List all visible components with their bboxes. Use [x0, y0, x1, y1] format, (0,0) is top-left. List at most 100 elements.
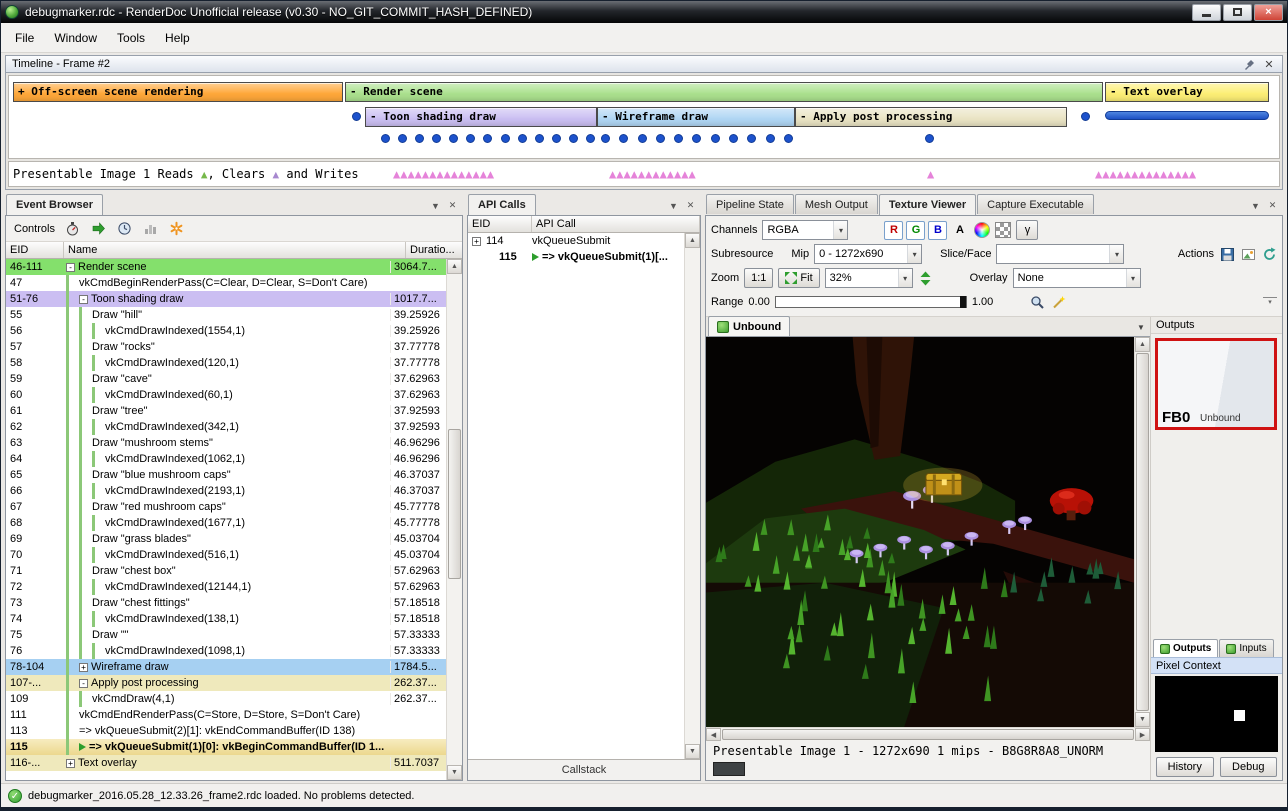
event-row-78-104[interactable]: 78-104+Wireframe draw1784.5...	[6, 659, 446, 675]
draw-event-dot[interactable]	[747, 134, 756, 143]
event-row-73[interactable]: 73Draw "chest fittings"57.18518	[6, 595, 446, 611]
draw-event-dot[interactable]	[711, 134, 720, 143]
zoom-1to1-button[interactable]: 1:1	[744, 268, 773, 288]
event-row-60[interactable]: 60vkCmdDrawIndexed(60,1)37.62963	[6, 387, 446, 403]
event-row-68[interactable]: 68vkCmdDrawIndexed(1677,1)45.77778	[6, 515, 446, 531]
texture-horizontal-scrollbar[interactable]: ◀ ▶	[706, 727, 1150, 741]
event-row-115[interactable]: 115=> vkQueueSubmit(1)[0]: vkBeginComman…	[6, 739, 446, 755]
scroll-up-icon[interactable]: ▲	[1135, 337, 1150, 352]
save-icon[interactable]	[1219, 246, 1235, 262]
draw-event-dot[interactable]	[535, 134, 544, 143]
draw-event-dot[interactable]	[415, 134, 424, 143]
slice-face-select[interactable]: ▾	[996, 244, 1124, 264]
event-row-56[interactable]: 56vkCmdDrawIndexed(1554,1)39.25926	[6, 323, 446, 339]
options-icon[interactable]	[169, 221, 185, 237]
event-row-113[interactable]: 113=> vkQueueSubmit(2)[1]: vkEndCommandB…	[6, 723, 446, 739]
event-row-74[interactable]: 74vkCmdDrawIndexed(138,1)57.18518	[6, 611, 446, 627]
channel-g-button[interactable]: G	[906, 221, 925, 240]
refresh-icon[interactable]	[1261, 246, 1277, 262]
draw-event-dot[interactable]	[925, 134, 934, 143]
scroll-left-icon[interactable]: ◀	[706, 728, 721, 741]
menu-window[interactable]: Window	[44, 26, 107, 50]
draw-event-dot[interactable]	[398, 134, 407, 143]
draw-event-dot[interactable]	[729, 134, 738, 143]
tab-pipeline-state[interactable]: Pipeline State	[706, 194, 794, 214]
channels-select[interactable]: RGBA ▾	[762, 220, 848, 240]
event-row-59[interactable]: 59Draw "cave"37.62963	[6, 371, 446, 387]
draw-event-dot[interactable]	[784, 134, 793, 143]
draw-event-dot[interactable]	[1081, 112, 1090, 121]
draw-event-dot[interactable]	[449, 134, 458, 143]
range-min-value[interactable]: 0.00	[748, 296, 769, 308]
flip-vertical-icon[interactable]	[918, 270, 934, 286]
scrollbar-thumb[interactable]	[1136, 353, 1149, 711]
event-row-66[interactable]: 66vkCmdDrawIndexed(2193,1)46.37037	[6, 483, 446, 499]
draw-event-dot[interactable]	[352, 112, 361, 121]
timeline-bar-offscreen-scene-rendering[interactable]: + Off-screen scene rendering	[13, 82, 343, 102]
event-row-62[interactable]: 62vkCmdDrawIndexed(342,1)37.92593	[6, 419, 446, 435]
custom-shader-wheel-icon[interactable]	[974, 222, 990, 238]
clock-icon[interactable]	[117, 221, 133, 237]
event-row-67[interactable]: 67Draw "red mushroom caps"45.77778	[6, 499, 446, 515]
jump-to-event-icon[interactable]	[91, 221, 107, 237]
timeline-bar-render-scene[interactable]: - Render scene	[345, 82, 1103, 102]
draw-event-dot[interactable]	[766, 134, 775, 143]
tree-expander[interactable]: -	[79, 679, 88, 688]
event-browser-scrollbar[interactable]: ▲ ▼	[446, 259, 462, 780]
debug-button[interactable]: Debug	[1220, 757, 1278, 777]
event-row-63[interactable]: 63Draw "mushroom stems"46.96296	[6, 435, 446, 451]
scrollbar-thumb[interactable]	[722, 729, 1134, 740]
checkerboard-background-icon[interactable]	[995, 222, 1011, 238]
panel-menu-icon[interactable]: ▼	[429, 201, 442, 211]
write-markers[interactable]: ▲▲▲▲▲▲▲▲▲▲▲▲▲▲	[1095, 162, 1275, 186]
timeline-bar-wireframe-draw[interactable]: - Wireframe draw	[597, 107, 795, 127]
panel-menu-icon[interactable]: ▼	[667, 201, 680, 211]
close-panel-icon[interactable]: ✕	[446, 200, 459, 211]
overlay-select[interactable]: None ▾	[1013, 268, 1141, 288]
tab-event-browser[interactable]: Event Browser	[6, 194, 103, 215]
tree-expander[interactable]: +	[66, 759, 75, 768]
event-row-69[interactable]: 69Draw "grass blades"45.03704	[6, 531, 446, 547]
menu-tools[interactable]: Tools	[107, 26, 155, 50]
tab-texture-viewer[interactable]: Texture Viewer	[879, 194, 976, 215]
scroll-up-icon[interactable]: ▲	[685, 233, 700, 248]
tree-expander[interactable]: -	[66, 263, 75, 272]
pin-icon[interactable]	[1242, 57, 1256, 71]
event-row-47[interactable]: 47vkCmdBeginRenderPass(C=Clear, D=Clear,…	[6, 275, 446, 291]
range-slider-handle[interactable]	[960, 296, 966, 308]
close-button[interactable]: ×	[1254, 4, 1283, 21]
draw-event-dot[interactable]	[692, 134, 701, 143]
menu-file[interactable]: File	[5, 26, 44, 50]
text-overlay-draw-span[interactable]	[1105, 111, 1269, 120]
output-thumbnail-fb0[interactable]: FB0 Unbound	[1155, 338, 1277, 430]
range-slider[interactable]	[775, 296, 967, 308]
tab-outputs[interactable]: Outputs	[1153, 639, 1218, 657]
gamma-button[interactable]: γ	[1016, 220, 1038, 240]
callstack-section[interactable]: Callstack	[468, 759, 700, 780]
draw-event-dot[interactable]	[552, 134, 561, 143]
timeline-bar-toon-shading-draw[interactable]: - Toon shading draw	[365, 107, 597, 127]
column-eid[interactable]: EID	[6, 242, 64, 258]
timeline-bar-text-overlay[interactable]: - Text overlay	[1105, 82, 1269, 102]
tree-expander[interactable]: -	[79, 295, 88, 304]
event-row-65[interactable]: 65Draw "blue mushroom caps"46.37037	[6, 467, 446, 483]
minimize-button[interactable]	[1192, 4, 1221, 21]
event-row-107-...[interactable]: 107-...-Apply post processing262.37...	[6, 675, 446, 691]
event-row-55[interactable]: 55Draw "hill"39.25926	[6, 307, 446, 323]
write-markers[interactable]: ▲▲▲▲▲▲▲▲▲▲▲▲▲▲	[393, 162, 597, 186]
event-row-116-...[interactable]: 116-...+Text overlay511.7037	[6, 755, 446, 771]
tab-api-calls[interactable]: API Calls	[468, 194, 536, 215]
draw-event-dot[interactable]	[483, 134, 492, 143]
texture-viewport[interactable]	[706, 337, 1134, 727]
draw-event-dot[interactable]	[586, 134, 595, 143]
event-row-58[interactable]: 58vkCmdDrawIndexed(120,1)37.77778	[6, 355, 446, 371]
event-row-111[interactable]: 111vkCmdEndRenderPass(C=Store, D=Store, …	[6, 707, 446, 723]
panel-menu-icon[interactable]: ▼	[1249, 201, 1262, 211]
column-eid[interactable]: EID	[468, 216, 532, 232]
scroll-down-icon[interactable]: ▼	[685, 744, 700, 759]
scroll-up-icon[interactable]: ▲	[447, 259, 462, 274]
scroll-right-icon[interactable]: ▶	[1135, 728, 1150, 741]
column-duration[interactable]: Duratio...	[406, 242, 462, 258]
event-row-71[interactable]: 71Draw "chest box"57.62963	[6, 563, 446, 579]
column-api-call[interactable]: API Call	[532, 216, 700, 232]
